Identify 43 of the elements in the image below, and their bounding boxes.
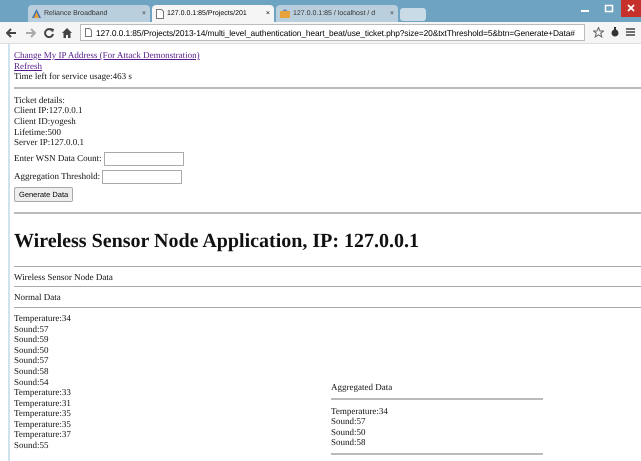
- data-reading: Sound:54: [14, 376, 49, 386]
- time-left-text: Time left for service usage:463 s: [14, 71, 132, 82]
- data-reading: Temperature:34: [331, 406, 388, 416]
- home-icon[interactable]: [62, 28, 72, 38]
- triangle-icon: [32, 9, 41, 18]
- field-label: Enter WSN Data Count:: [14, 153, 102, 164]
- data-reading: Temperature:33: [14, 387, 71, 398]
- close-button[interactable]: [621, 0, 641, 17]
- ticket-detail: Client IP:127.0.0.1: [14, 105, 83, 116]
- star-icon[interactable]: [593, 27, 604, 38]
- field-label: Aggregation Threshold:: [14, 171, 100, 182]
- data-reading: Temperature:37: [14, 429, 71, 440]
- back-icon[interactable]: [6, 28, 17, 38]
- data-reading: Sound:57: [331, 416, 366, 426]
- data-reading: Sound:55: [14, 440, 49, 450]
- reload-icon[interactable]: [44, 28, 54, 38]
- ticket-detail: Ticket details:: [14, 94, 65, 105]
- text-link[interactable]: Refresh: [14, 60, 42, 71]
- ticket-detail: Server IP:127.0.0.1: [14, 137, 84, 148]
- section-title: Normal Data: [14, 292, 61, 302]
- section-title: Aggregated Data: [331, 382, 392, 392]
- data-reading: Sound:57: [14, 355, 49, 366]
- data-reading: Temperature:31: [14, 398, 71, 408]
- data-reading: Temperature:35: [14, 408, 71, 418]
- ticket-detail: Client ID:yogesh: [14, 116, 76, 126]
- page-heading: Wireless Sensor Node Application, IP: 127.0.0.1: [14, 228, 420, 253]
- data-reading: Sound:57: [14, 324, 49, 334]
- data-reading: Sound:58: [331, 437, 366, 448]
- data-reading: Sound:50: [14, 344, 49, 355]
- input-field[interactable]: [104, 152, 184, 166]
- data-reading: Sound:58: [14, 366, 49, 376]
- data-reading: Temperature:35: [14, 418, 71, 429]
- page-icon: [156, 8, 164, 18]
- data-reading: Temperature:34: [14, 312, 71, 323]
- data-reading: Sound:50: [331, 426, 366, 437]
- address-bar[interactable]: 127.0.0.1:85/Projects/2013-14/multi_level_authentication_heart_beat/use_ticket.php?size=20&txtThreshold=5&btn=Generate+Data#: [80, 24, 585, 41]
- data-reading: Sound:59: [14, 334, 49, 344]
- input-field[interactable]: [102, 170, 182, 184]
- text-link[interactable]: Change My IP Address (For Attack Demonstration): [14, 50, 200, 60]
- menu-icon[interactable]: [626, 27, 635, 37]
- section-title: Wireless Sensor Node Data: [14, 272, 113, 282]
- folder-icon: [280, 9, 290, 18]
- ticket-detail: Lifetime:500: [14, 126, 61, 137]
